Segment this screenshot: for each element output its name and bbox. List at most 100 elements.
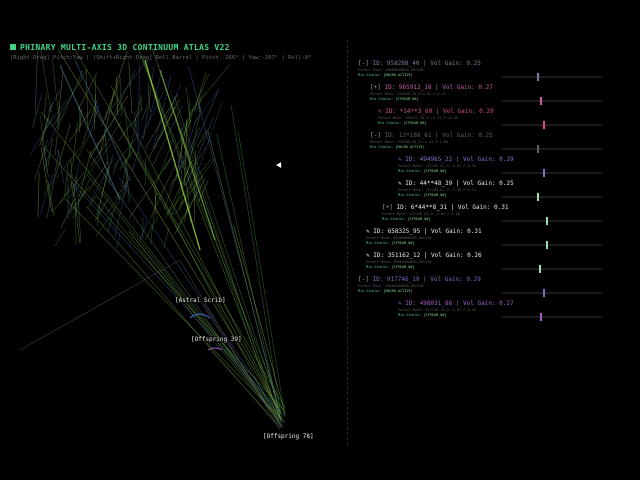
mix-status-label: Mix Status: <box>382 217 406 221</box>
vol-gain-slider[interactable] <box>502 121 602 129</box>
mix-entry: ✎ ID: 658325_95 | Vol Gain: 0.31 Parent M… <box>366 228 626 245</box>
expand-toggle[interactable]: ✎ <box>398 156 402 163</box>
expand-toggle[interactable]: [-] <box>370 132 381 139</box>
trail-segment <box>19 259 181 351</box>
expand-toggle[interactable]: ✎ <box>366 252 370 259</box>
trail-segment <box>128 62 133 114</box>
slider-knob[interactable] <box>543 169 546 177</box>
mix-status-value: [MACRO ACTIVE] <box>383 289 413 293</box>
vol-gain-slider[interactable] <box>502 313 602 321</box>
slider-knob[interactable] <box>543 289 546 297</box>
trail-segment <box>181 171 199 205</box>
trail-segment <box>153 76 172 149</box>
vol-gain-slider[interactable] <box>502 73 602 81</box>
parent-mash: Parent Mash: 965912_18_D:+0.17_F:+0.08 <box>378 116 459 120</box>
mix-status-label: Mix Status: <box>398 169 422 173</box>
trail-segment <box>124 105 131 159</box>
slider-knob[interactable] <box>540 313 543 321</box>
trail-segment <box>70 158 73 178</box>
trail-segment <box>37 172 40 218</box>
trail-segment <box>95 117 117 146</box>
vol-gain-slider[interactable] <box>502 169 602 177</box>
parent-mash: Parent Mash: 917746_19_D:-1.07_F:0.46 <box>398 308 476 312</box>
app-title: PHINARY MULTI-AXIS 3D CONTINUUM ATLAS V2… <box>10 43 230 52</box>
entry-header: ✎ ID: 351162_12 | Vol Gain: 0.26 <box>366 252 626 259</box>
vol-gain-slider[interactable] <box>502 265 602 273</box>
entry-id-gain: ID: 6*44**8_31 | Vol Gain: 0.31 <box>396 204 509 211</box>
node-label-offspring-78[interactable]: [Offspring 78] <box>262 433 315 440</box>
entry-id-gain: ID: 958288_40 | Vol Gain: 0.25 <box>372 60 481 67</box>
atlas-viewport[interactable]: PHINARY MULTI-AXIS 3D CONTINUUM ATLAS V2… <box>0 0 350 480</box>
vol-gain-slider[interactable] <box>502 97 602 105</box>
slider-knob[interactable] <box>537 193 540 201</box>
expand-toggle[interactable]: ✎ <box>398 180 402 187</box>
mix-status-value: [STREAM ON] <box>391 265 415 269</box>
trail-segment <box>179 259 281 431</box>
trail-segment <box>138 50 281 419</box>
entry-id-gain: ID: 917746_19 | Vol Gain: 0.29 <box>372 276 481 283</box>
trail-segment <box>108 59 148 113</box>
slider-knob[interactable] <box>540 97 543 105</box>
mix-panel: [-] ID: 958288_40 | Vol Gain: 0.25 Parent… <box>352 56 640 480</box>
expand-toggle[interactable]: [-] <box>358 276 369 283</box>
node-label-offspring-39[interactable]: [Offspring 39] <box>190 336 243 343</box>
mix-status-value: [STREAM ON] <box>423 193 447 197</box>
trail-segment <box>77 132 91 159</box>
expand-toggle[interactable]: ✎ <box>378 108 382 115</box>
mix-status-label: Mix Status: <box>366 241 390 245</box>
vol-gain-slider[interactable] <box>502 241 602 249</box>
parent-mash: Parent Mash: 00000000000_ORIGIN <box>366 260 432 264</box>
trail-segment <box>52 70 87 127</box>
entry-header: ✎ ID: *14**3_69 | Vol Gain: 0.29 <box>378 108 638 115</box>
continuum-canvas[interactable] <box>0 0 350 480</box>
slider-knob[interactable] <box>546 241 549 249</box>
vol-gain-slider[interactable] <box>502 217 602 225</box>
entry-id-gain: ID: *14**3_69 | Vol Gain: 0.29 <box>385 108 494 115</box>
trail-segment <box>216 134 281 417</box>
trail-segment <box>41 117 49 142</box>
mix-status-value: [STREAM ON] <box>407 217 431 221</box>
mix-entry: [-] ID: 958288_40 | Vol Gain: 0.25 Parent… <box>358 60 618 77</box>
mix-entry: [+] ID: 6*44**8_31 | Vol Gain: 0.31 Paren… <box>382 204 640 221</box>
vol-gain-slider[interactable] <box>502 289 602 297</box>
trail-segment <box>64 198 286 423</box>
trail-segment <box>59 64 121 201</box>
mix-status-label: Mix Status: <box>370 97 394 101</box>
vol-gain-slider[interactable] <box>502 145 602 153</box>
trail-segment <box>47 138 53 167</box>
mix-entry: [-] ID: 13*188_61 | Vol Gain: 0.25 Parent… <box>370 132 630 149</box>
slider-knob[interactable] <box>543 121 546 129</box>
expand-toggle[interactable]: [-] <box>358 60 369 67</box>
mix-status-label: Mix Status: <box>398 193 422 197</box>
mix-entry: ✎ ID: 44**48_39 | Vol Gain: 0.25 Parent M… <box>398 180 640 197</box>
trail-segment <box>148 98 181 160</box>
trail-segment <box>150 164 176 219</box>
mix-entry: [-] ID: 917746_19 | Vol Gain: 0.29 Parent… <box>358 276 618 293</box>
trail-segment <box>78 72 98 111</box>
entry-header: ✎ ID: 658325_95 | Vol Gain: 0.31 <box>366 228 626 235</box>
slider-knob[interactable] <box>537 145 540 153</box>
trail-segment <box>52 172 85 212</box>
trail-segment <box>99 91 115 154</box>
slider-knob[interactable] <box>546 217 549 225</box>
expand-toggle[interactable]: [+] <box>370 84 381 91</box>
parent-mash: Parent Mash: 13*188_61_D:-4.02_F:0.06 <box>382 212 460 216</box>
entry-header: ✎ ID: 498031_86 | Vol Gain: 0.27 <box>398 300 640 307</box>
vol-gain-slider[interactable] <box>502 193 602 201</box>
expand-toggle[interactable]: ✎ <box>398 300 402 307</box>
node-label-astral[interactable]: [Astral Scrib] <box>174 297 227 304</box>
slider-knob[interactable] <box>538 265 541 273</box>
parent-mash: Parent Mash: 958288_40_D:0.03_F:0.49 <box>370 92 446 96</box>
trail-segment <box>113 69 136 115</box>
mix-entry: ✎ ID: 494965_22 | Vol Gain: 0.29 Parent M… <box>398 156 640 173</box>
trail-segment <box>199 299 283 429</box>
entry-id-gain: ID: 44**48_39 | Vol Gain: 0.25 <box>405 180 514 187</box>
trail-segment <box>94 94 96 131</box>
expand-toggle[interactable]: [+] <box>382 204 393 211</box>
entry-id-gain: ID: 498031_86 | Vol Gain: 0.27 <box>405 300 514 307</box>
slider-knob[interactable] <box>537 73 540 81</box>
expand-toggle[interactable]: ✎ <box>366 228 370 235</box>
entry-id-gain: ID: 351162_12 | Vol Gain: 0.26 <box>373 252 482 259</box>
trail-segment <box>110 85 281 413</box>
panel-divider <box>347 40 348 445</box>
